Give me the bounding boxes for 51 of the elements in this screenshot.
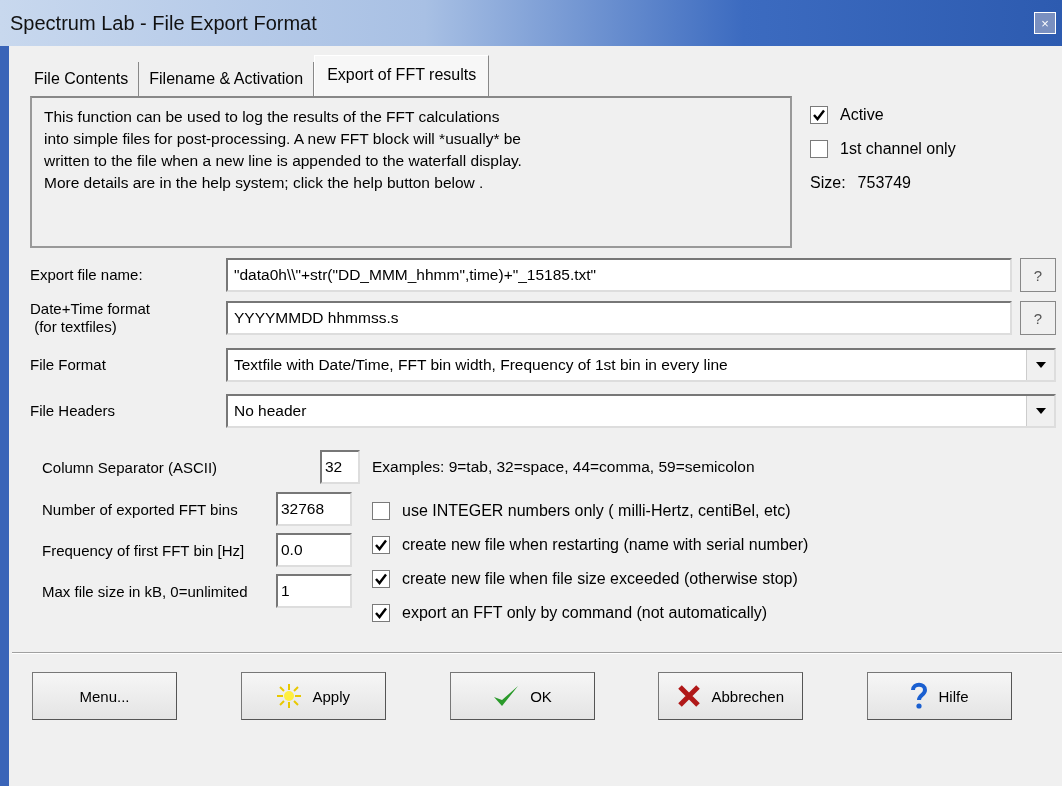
checkbox[interactable]: [810, 140, 828, 158]
checkbox-label: use INTEGER numbers only ( milli-Hertz, centiBel, etc): [402, 502, 791, 520]
checkbox[interactable]: [372, 570, 390, 588]
checkbox-label: create new file when restarting (name with serial number): [402, 536, 809, 554]
checkmark-icon: [374, 538, 388, 552]
dialog-button[interactable]: Apply: [240, 672, 386, 720]
checkbox-label: 1st channel only: [840, 140, 956, 158]
dropdown[interactable]: No header: [226, 394, 1056, 428]
sun-icon: [276, 683, 303, 709]
field-label: Export file name:: [30, 266, 144, 284]
checkmark-icon: [374, 606, 388, 620]
question-mark-icon: [910, 682, 929, 710]
field-label: File Format: [30, 356, 107, 374]
caret-icon: [1034, 361, 1047, 369]
help-button[interactable]: ?: [1020, 258, 1056, 292]
checkbox-label: create new file when file size exceeded (otherwise stop): [402, 570, 798, 588]
checkbox-label: export an FFT only by command (not automatically): [402, 604, 768, 622]
field-label: Number of exported FFT bins: [42, 500, 239, 518]
checkbox[interactable]: [372, 604, 390, 622]
size-value: 753749: [857, 174, 911, 192]
dropdown[interactable]: Textfile with Date/Time, FFT bin width, Frequency of 1st bin in every line: [226, 348, 1056, 382]
input-field[interactable]: 1: [276, 574, 352, 608]
checkbox[interactable]: [372, 502, 390, 520]
input-field[interactable]: 0.0: [276, 533, 352, 567]
checkmark-icon: [812, 108, 826, 122]
checkbox[interactable]: [810, 106, 828, 124]
dialog-button[interactable]: OK: [449, 672, 595, 720]
window-title: Spectrum Lab - File Export Format: [10, 11, 317, 35]
dialog-button[interactable]: Hilfe: [867, 672, 1012, 720]
checkbox[interactable]: [372, 536, 390, 554]
checkmark-icon: [374, 572, 388, 586]
field-label: File Headers: [30, 402, 117, 420]
dialog-button[interactable]: Abbrechen: [658, 672, 804, 720]
field-label: Column Separator (ASCII): [42, 458, 219, 476]
caret-icon: [1034, 407, 1047, 415]
field-label: Date+Time format (for textfiles): [30, 300, 151, 336]
tab[interactable]: Export of FFT results: [314, 55, 490, 96]
checkbox-label: Active: [840, 106, 884, 124]
field-label: Max file size in kB, 0=unlimited: [42, 582, 249, 600]
cross-icon: [677, 684, 702, 708]
input-field[interactable]: 32: [320, 450, 360, 484]
input-field[interactable]: 32768: [276, 492, 352, 526]
info-text: This function can be used to log the results of the FFT calculations into simple files for post-processing. A new FFT block will *usually* be written to the file when a new line is appended to the waterfall display. More details are in the help system; click the help button below .: [30, 96, 792, 248]
checkmark-icon: [492, 684, 521, 708]
size-label: Size:: [810, 174, 846, 192]
input-field[interactable]: "data0h\\"+str("DD_MMM_hhmm",time)+"_15185.txt": [226, 258, 1012, 292]
input-field[interactable]: YYYYMMDD hhmmss.s: [226, 301, 1012, 335]
dialog-button[interactable]: Menu...: [32, 672, 177, 720]
help-button[interactable]: ?: [1020, 301, 1056, 335]
examples-text: Examples: 9=tab, 32=space, 44=comma, 59=semicolon: [372, 458, 755, 476]
field-label: Frequency of first FFT bin [Hz]: [42, 541, 246, 559]
